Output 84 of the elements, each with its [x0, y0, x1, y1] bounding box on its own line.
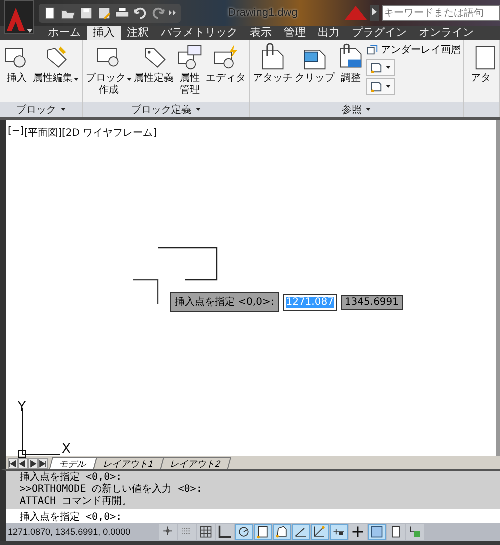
ribbon-tab[interactable]: 注釈 — [121, 26, 155, 40]
status-toggle[interactable] — [273, 524, 291, 540]
expand-icon[interactable] — [370, 5, 379, 21]
status-toggle[interactable] — [292, 524, 310, 540]
ribbon-button[interactable]: 調整 — [336, 43, 366, 102]
grid-icon — [199, 525, 213, 539]
save-icon[interactable] — [79, 6, 94, 20]
ribbon-button[interactable]: アンダーレイ画層 — [366, 43, 461, 57]
frame-icon — [370, 61, 383, 74]
status-toggle[interactable] — [330, 524, 348, 540]
panel-title[interactable]: ブロック定義 — [83, 102, 249, 117]
ribbon-button[interactable]: 属性 管理 — [175, 43, 205, 102]
ribbon-tab[interactable]: 出力 — [312, 26, 346, 40]
polar-icon — [237, 525, 251, 539]
three-d-snap-icon — [275, 525, 289, 539]
caret-icon — [60, 108, 66, 111]
transparency-icon — [370, 525, 384, 539]
ortho-icon — [218, 525, 232, 539]
panel-icon — [389, 525, 403, 539]
viewport-control[interactable]: [−] — [8, 126, 24, 140]
input-prompt: 挿入点を指定 <0,0>: — [170, 292, 280, 312]
ribbon-button[interactable]: エディタ — [205, 43, 247, 102]
ribbon-tab[interactable]: プラグイン — [346, 26, 413, 40]
save-as-icon[interactable] — [97, 6, 112, 20]
history-line: >>ORTHOMODE の新しい値を入力 <0>: — [20, 484, 204, 496]
ribbon-button[interactable]: 属性編集 — [32, 43, 80, 102]
history-line: ATTACH コマンド再開。 — [20, 496, 134, 508]
app-menu-button[interactable] — [4, 0, 34, 34]
logo-icon — [345, 6, 367, 20]
ribbon-button[interactable]: アタ — [466, 43, 496, 102]
ribbon-tab[interactable]: オンライン — [413, 26, 480, 40]
plus-icon — [351, 525, 365, 539]
status-toggle[interactable] — [197, 524, 215, 540]
undo-icon[interactable] — [133, 6, 148, 20]
axis-label: X — [62, 442, 71, 457]
ribbon-button[interactable]: 属性定義 — [133, 43, 175, 102]
more-icon[interactable] — [169, 9, 177, 17]
block-table-icon — [176, 43, 204, 71]
coordinates: 1271.0870, 1345.6991, 0.0000 — [7, 527, 132, 537]
caret-icon — [366, 108, 371, 111]
angle-icon — [294, 525, 308, 539]
ribbon-tab[interactable]: ホーム — [42, 26, 87, 40]
frame-icon — [370, 80, 383, 93]
ribbon-tab[interactable]: パラメトリック — [155, 26, 244, 40]
ribbon-button[interactable]: 挿入 — [2, 43, 32, 102]
status-toggle[interactable] — [387, 524, 405, 540]
panel-footer — [464, 102, 499, 117]
status-toggle[interactable] — [311, 524, 329, 540]
dropdown-button[interactable] — [366, 78, 395, 95]
dropdown-button[interactable] — [366, 59, 395, 76]
search-field[interactable]: キーワードまたは語句 — [382, 5, 500, 21]
ribbon-tab[interactable]: 挿入 — [87, 26, 121, 40]
block-lightning-icon — [212, 43, 240, 71]
status-toggle[interactable] — [368, 524, 386, 540]
panel-title[interactable]: 参照 — [250, 102, 463, 117]
redo-icon[interactable] — [151, 6, 166, 20]
crosshair-cursor — [132, 279, 159, 305]
layout-tab[interactable]: レイアウト1 — [93, 457, 165, 469]
status-toggle[interactable] — [216, 524, 234, 540]
layout-tab[interactable]: レイアウト2 — [160, 457, 232, 469]
block-outline — [158, 247, 218, 281]
status-toggle[interactable] — [235, 524, 253, 540]
viewport-control[interactable]: [平面図] — [24, 126, 62, 140]
axis-label: Y — [18, 400, 26, 415]
status-toggle[interactable] — [178, 524, 196, 540]
caret-icon — [27, 29, 33, 33]
ribbon-button[interactable]: ブロック 作成 — [85, 43, 133, 102]
ribbon-tab[interactable]: 管理 — [278, 26, 312, 40]
command-field[interactable]: 挿入点を指定 <0,0>: — [6, 509, 500, 523]
status-toggle[interactable] — [406, 524, 424, 540]
input-field[interactable]: 1345.6991 — [340, 294, 404, 310]
layout-tab[interactable]: モデル — [49, 457, 98, 469]
viewport-control[interactable]: [2D ワイヤフレーム] — [62, 126, 158, 140]
status-toggle[interactable] — [349, 524, 367, 540]
status-toggle[interactable] — [159, 524, 177, 540]
status-toggle[interactable] — [254, 524, 272, 540]
ribbon-button[interactable]: アタッチ — [252, 43, 294, 102]
underlay-icon — [366, 44, 379, 56]
ribbon-tab[interactable]: 表示 — [244, 26, 278, 40]
selection-cycle-icon — [408, 525, 422, 539]
ribbon-button[interactable]: クリップ — [294, 43, 336, 102]
panel-title[interactable]: ブロック — [0, 102, 82, 117]
caret-icon — [196, 108, 200, 111]
history-line: 挿入点を指定 <0,0>: — [20, 472, 124, 484]
